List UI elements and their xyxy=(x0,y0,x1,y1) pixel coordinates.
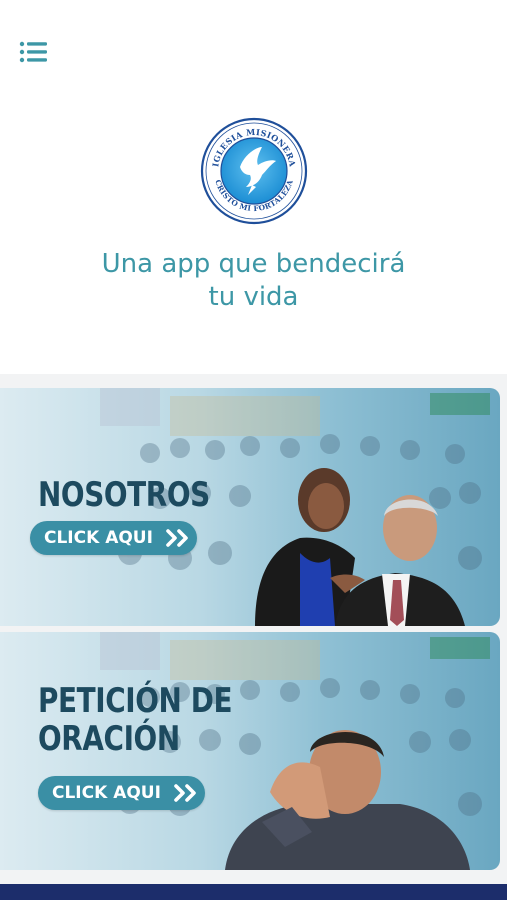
tagline: Una app que bendecirá tu vida xyxy=(0,248,507,314)
peticion-card[interactable]: PETICIÓN DE ORACIÓN CLICK AQUI xyxy=(0,632,500,870)
tagline-line-1: Una app que bendecirá xyxy=(101,249,406,279)
nosotros-title: NOSOTROS xyxy=(38,476,210,514)
double-chevron-right-icon xyxy=(165,529,191,547)
nosotros-title-line: NOSOTROS xyxy=(38,475,210,515)
peticion-click-button[interactable]: CLICK AQUI xyxy=(38,776,205,810)
nosotros-click-button[interactable]: CLICK AQUI xyxy=(30,521,197,555)
peticion-title-line-2: ORACIÓN xyxy=(38,719,180,759)
bottom-bar xyxy=(0,884,507,900)
tagline-line-2: tu vida xyxy=(208,282,299,312)
peticion-button-label: CLICK AQUI xyxy=(52,783,161,803)
menu-button[interactable] xyxy=(18,40,50,66)
nosotros-card[interactable]: NOSOTROS CLICK AQUI xyxy=(0,388,500,626)
nosotros-button-label: CLICK AQUI xyxy=(44,528,153,548)
menu-list-icon xyxy=(19,41,47,63)
double-chevron-right-icon xyxy=(173,784,199,802)
peticion-title: PETICIÓN DE ORACIÓN xyxy=(38,681,233,759)
church-logo: IGLESIA MISIONERA CRISTO MI FORTALEZA xyxy=(200,117,308,225)
peticion-title-line-1: PETICIÓN DE xyxy=(38,681,233,721)
